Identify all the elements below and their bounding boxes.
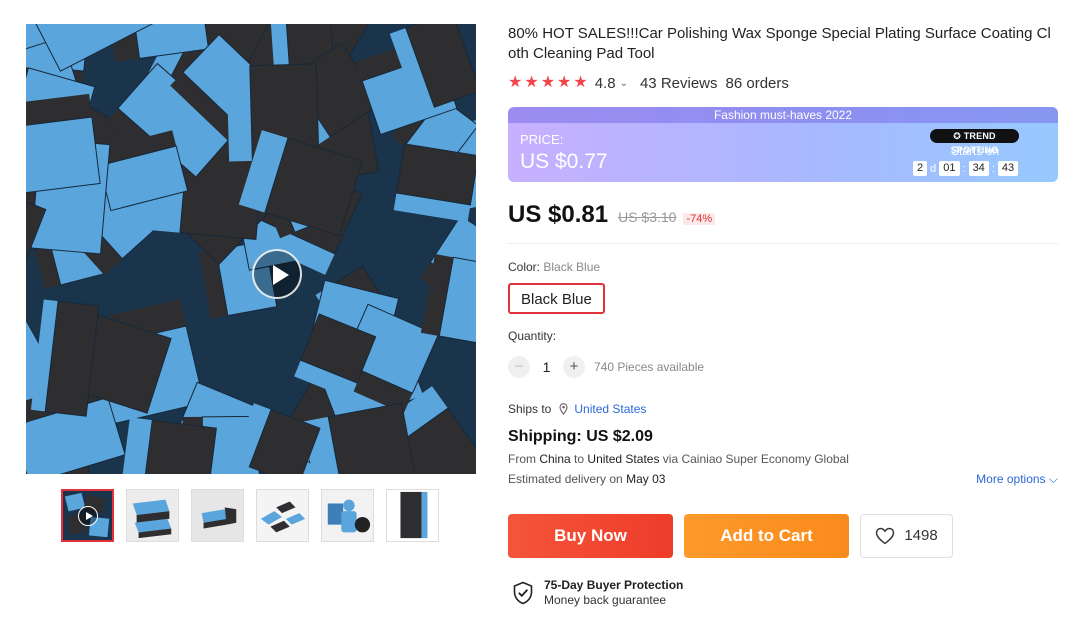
- delivery-date: May 03: [626, 472, 666, 486]
- thumb-image: [127, 490, 178, 541]
- product-title: 80% HOT SALES!!!Car Polishing Wax Sponge…: [508, 25, 1051, 62]
- thumbnail-5[interactable]: [321, 489, 374, 542]
- location-pin-icon: [559, 403, 568, 415]
- countdown-days: 2: [913, 161, 928, 176]
- pieces-available: 740 Pieces available: [594, 360, 705, 374]
- play-icon: [78, 506, 98, 526]
- quantity-input[interactable]: 1: [530, 359, 563, 375]
- rating-row: ★ ★ ★ ★ ★ 4.8 ⌄ 43 Reviews 86 orders: [508, 73, 1058, 93]
- thumbnail-2[interactable]: [126, 489, 179, 542]
- chevron-down-icon[interactable]: ⌄: [620, 78, 628, 89]
- sponge-block: [393, 143, 476, 223]
- thumb-image: [192, 490, 243, 541]
- shipping-method: via Cainiao Super Economy Global: [662, 452, 849, 466]
- more-options-label: More options: [976, 472, 1046, 486]
- star-icon: ★: [573, 74, 588, 91]
- play-video-icon[interactable]: [252, 249, 302, 299]
- divider: [508, 243, 1058, 244]
- current-price: US $0.81: [508, 201, 609, 228]
- sponge-block: [26, 93, 101, 195]
- star-icon: ★: [557, 74, 572, 91]
- thumbnail-4[interactable]: [256, 489, 309, 542]
- add-to-cart-button[interactable]: Add to Cart: [684, 514, 849, 558]
- starts-on-label: Starts on: [950, 144, 1000, 158]
- action-buttons: Buy Now Add to Cart 1498: [508, 514, 953, 558]
- to-country: United States: [587, 452, 660, 466]
- price-row: US $0.81 US $3.10 -74%: [508, 201, 1058, 229]
- promo-price-label: PRICE:: [520, 132, 564, 147]
- main-product-image[interactable]: [26, 24, 476, 474]
- thumb-image: [322, 490, 373, 541]
- ships-to-country-link[interactable]: United States: [574, 402, 646, 416]
- color-option-black-blue[interactable]: Black Blue: [508, 283, 605, 314]
- increase-quantity-button[interactable]: +: [563, 356, 585, 378]
- thumbnail-6[interactable]: [386, 489, 439, 542]
- buyer-protection: 75-Day Buyer Protection Money back guara…: [512, 578, 683, 608]
- ships-to-row: Ships to United States: [508, 402, 1058, 416]
- protection-text: 75-Day Buyer Protection Money back guara…: [544, 578, 683, 608]
- shipping-route: From China to United States via Cainiao …: [508, 452, 1058, 466]
- promo-banner[interactable]: Fashion must-haves 2022 PRICE: US $0.77 …: [508, 107, 1058, 182]
- orders-count: 86 orders: [725, 74, 789, 92]
- chevron-down-icon: ⌵: [1048, 472, 1058, 486]
- delivery-prefix: Estimated delivery on: [508, 472, 623, 486]
- shipping-cost: Shipping: US $2.09: [508, 428, 653, 445]
- ships-to-label: Ships to: [508, 402, 552, 416]
- color-label: Color: Black Blue: [508, 260, 1058, 274]
- star-icon: ★: [540, 74, 556, 91]
- sponge-photo: [26, 24, 476, 474]
- from-country: China: [539, 452, 571, 466]
- estimated-delivery: Estimated delivery on May 03: [508, 472, 665, 487]
- thumbnail-1-video[interactable]: [61, 489, 114, 542]
- star-icon: ★: [524, 74, 539, 91]
- countdown-days-unit: d: [930, 162, 937, 175]
- protection-title: 75-Day Buyer Protection: [544, 578, 684, 592]
- heart-icon: [876, 527, 895, 545]
- quantity-stepper: − 1 + 740 Pieces available: [508, 356, 1058, 378]
- thumbnail-strip: [61, 489, 439, 542]
- original-price: US $3.10: [618, 209, 677, 225]
- thumb-image: [257, 490, 308, 541]
- protection-subtitle: Money back guarantee: [544, 593, 667, 607]
- countdown-separator: :: [991, 162, 995, 175]
- decrease-quantity-button[interactable]: −: [508, 356, 530, 378]
- product-info: 80% HOT SALES!!!Car Polishing Wax Sponge…: [508, 24, 1058, 487]
- shield-check-icon: [513, 581, 533, 605]
- thumb-image: [387, 490, 438, 541]
- rating-value[interactable]: 4.8: [595, 75, 616, 92]
- promo-price: US $0.77: [520, 150, 608, 173]
- countdown-hours: 01: [939, 161, 960, 176]
- rating-stars: ★ ★ ★ ★ ★: [508, 75, 588, 91]
- wishlist-count: 1498: [904, 527, 938, 544]
- promo-title: Fashion must-haves 2022: [508, 107, 1058, 123]
- countdown-seconds: 43: [997, 161, 1019, 176]
- buy-now-button[interactable]: Buy Now: [508, 514, 673, 558]
- from-word: From: [508, 452, 536, 466]
- delivery-row: Estimated delivery on May 03 More option…: [508, 472, 1058, 487]
- selected-color: Black Blue: [543, 260, 601, 274]
- more-options-link[interactable]: More options ⌵: [976, 472, 1058, 487]
- thumbnail-3[interactable]: [191, 489, 244, 542]
- wishlist-button[interactable]: 1498: [860, 514, 953, 558]
- quantity-label: Quantity:: [508, 329, 557, 343]
- countdown-timer: 2 d 01 : 34 : 43: [913, 161, 1019, 176]
- discount-badge: -74%: [683, 213, 716, 225]
- trend-spotting-badge: ✪ TREND SPOTTING: [930, 129, 1019, 155]
- to-word: to: [574, 452, 585, 466]
- color-label-text: Color:: [508, 260, 541, 274]
- star-icon: ★: [508, 74, 523, 91]
- trend-icon: ✪: [953, 131, 964, 141]
- reviews-link[interactable]: 43 Reviews: [640, 75, 718, 92]
- countdown-separator: :: [962, 162, 966, 175]
- countdown-minutes: 34: [968, 161, 989, 176]
